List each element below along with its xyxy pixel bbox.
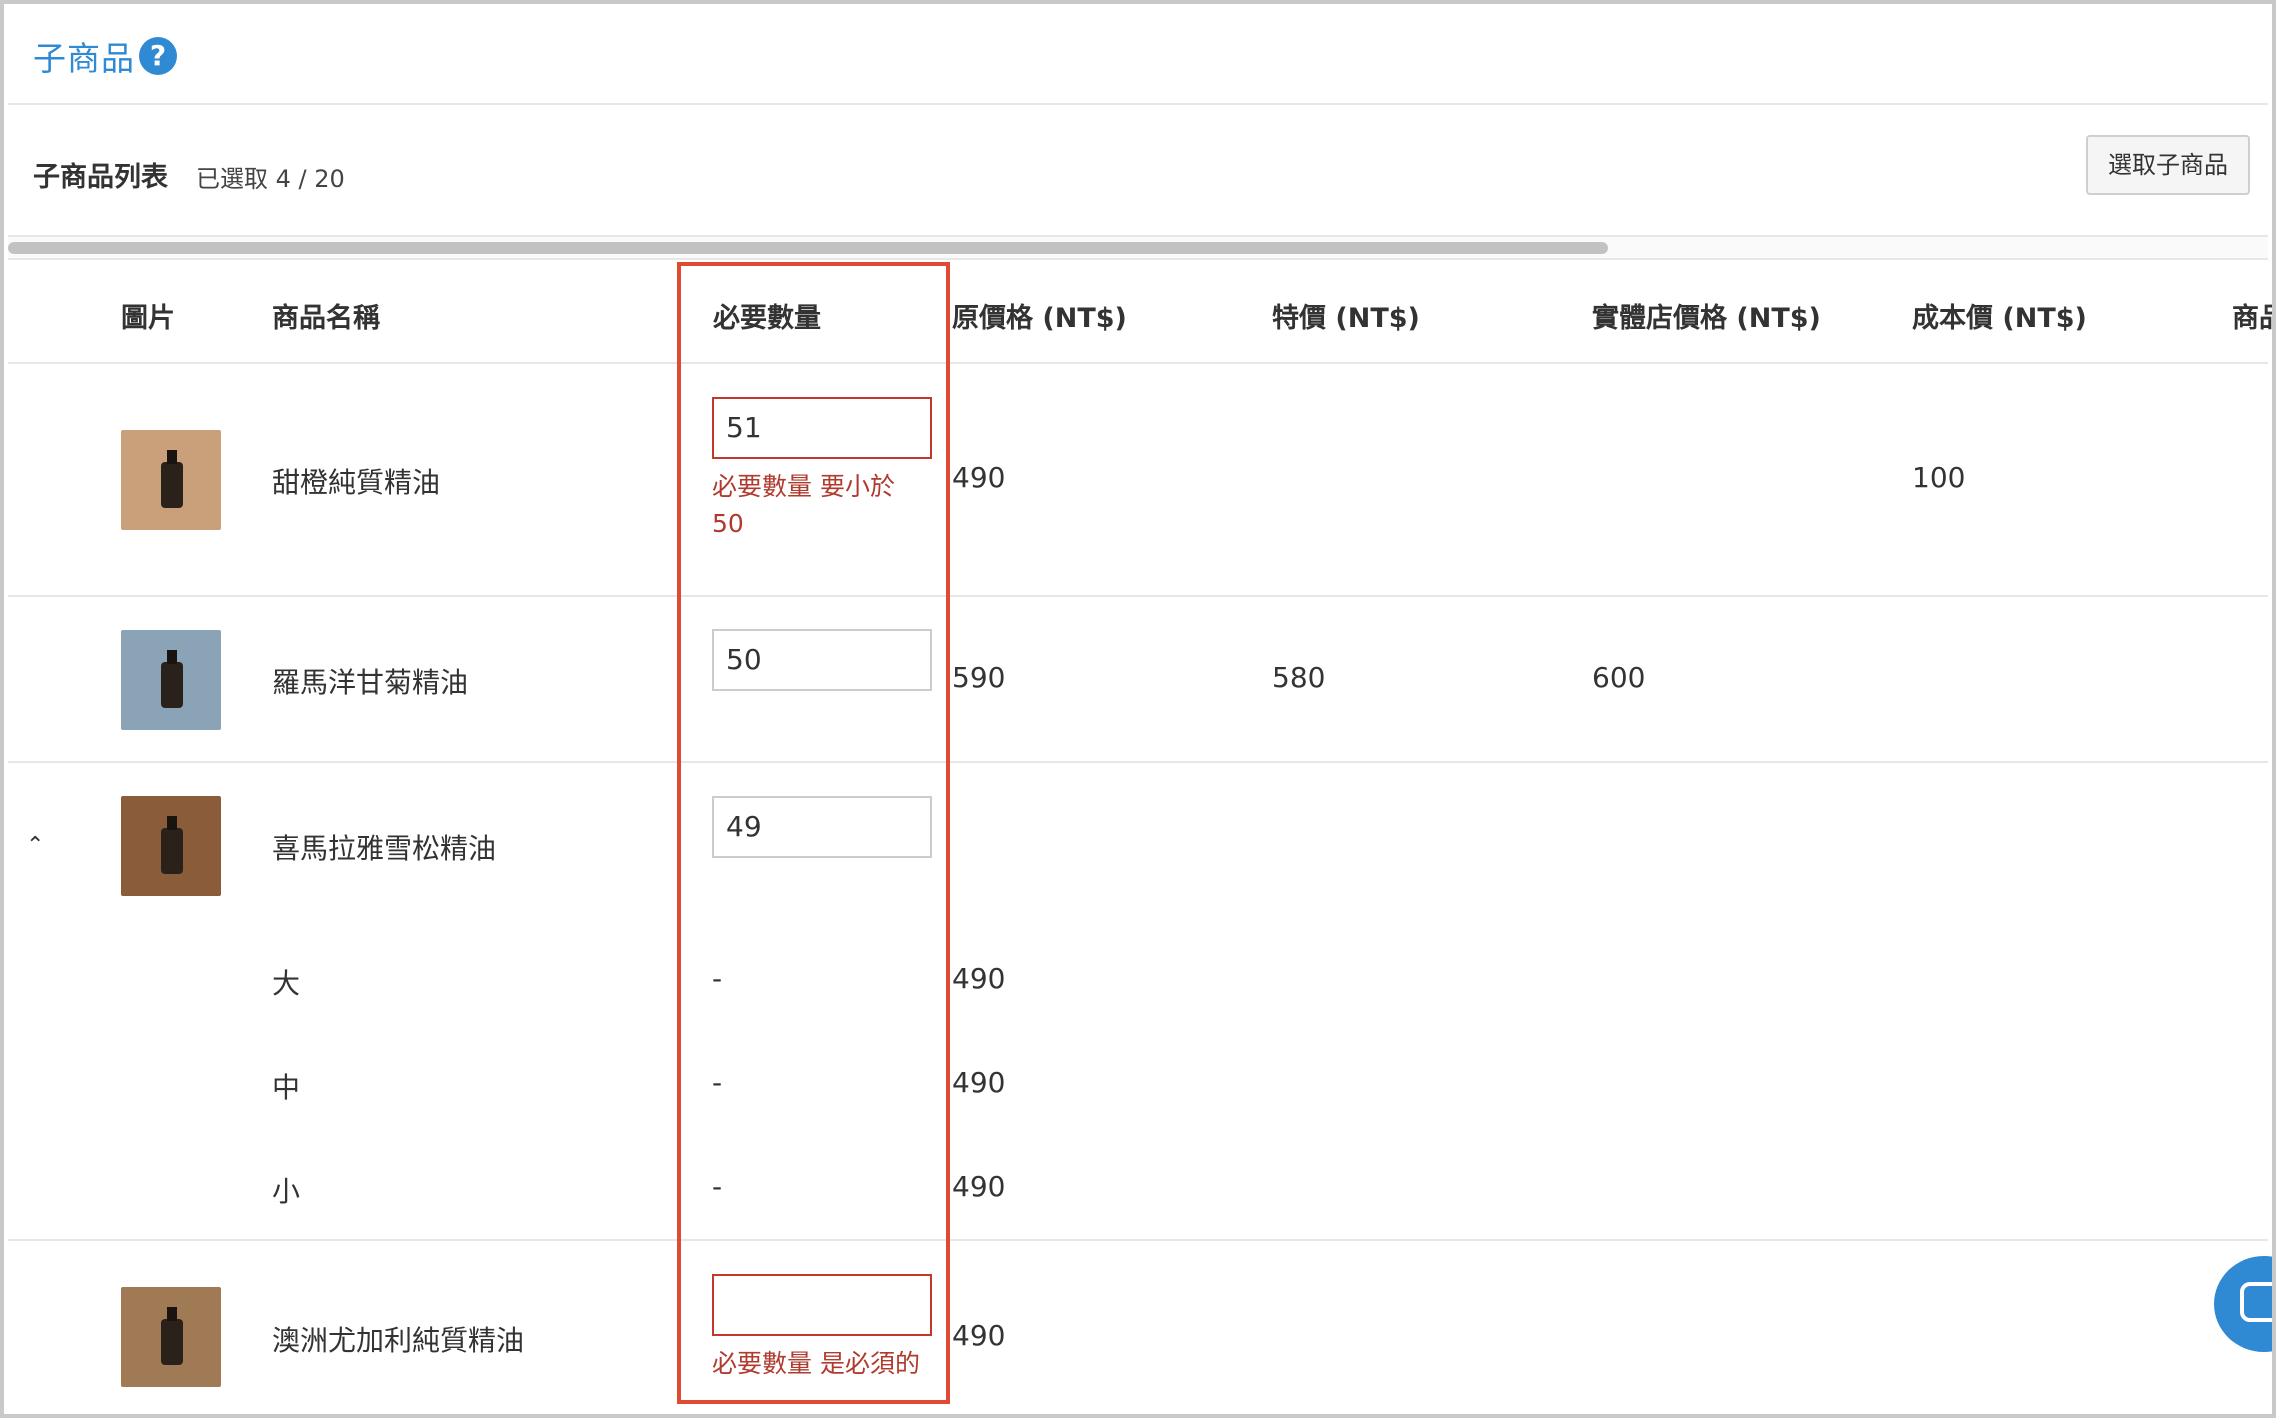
column-header-store-price: 實體店價格 (NT$) (1592, 303, 1821, 334)
table-row: ⌃ 喜馬拉雅雪松精油 49 大 - 490 中 - 490 小 - 490 (8, 763, 2268, 1241)
variant-price: 490 (952, 962, 1006, 995)
variant-qty: - (712, 1066, 723, 1099)
qty-error-message: 必要數量 要小於 50 (712, 472, 895, 538)
table-row: 澳洲尤加利純質精油 必要數量 是必須的 490 (8, 1241, 2268, 1414)
variant-name: 大 (272, 967, 301, 1000)
price-value: 490 (952, 461, 1006, 494)
product-thumbnail (121, 1287, 221, 1387)
column-header-qty: 必要數量 (713, 303, 821, 334)
price-value: 590 (952, 661, 1006, 694)
column-header-name: 商品名稱 (272, 303, 380, 334)
column-header-price: 原價格 (NT$) (952, 303, 1127, 334)
qty-input[interactable] (712, 1274, 932, 1336)
table-row: 羅馬洋甘菊精油 50 590 580 600 (8, 597, 2268, 763)
product-name: 羅馬洋甘菊精油 (272, 666, 469, 699)
product-name: 甜橙純質精油 (272, 466, 441, 499)
price-value: 490 (952, 1319, 1006, 1352)
chevron-up-icon[interactable]: ⌃ (26, 833, 44, 858)
column-header-image: 圖片 (121, 303, 175, 334)
list-title: 子商品列表 (33, 162, 168, 193)
store-price-value: 600 (1592, 661, 1646, 694)
list-toolbar: 子商品列表 已選取 4 / 20 選取子商品 (8, 105, 2268, 235)
selected-count: 已選取 4 / 20 (196, 165, 345, 193)
special-price-value: 580 (1272, 661, 1326, 694)
product-thumbnail (121, 630, 221, 730)
scrollbar-thumb[interactable] (8, 242, 1608, 254)
product-thumbnail (121, 796, 221, 896)
variant-price: 490 (952, 1066, 1006, 1099)
variant-qty: - (712, 1170, 723, 1203)
question-circle-icon[interactable]: ? (139, 37, 177, 75)
section-title: 子商品 (33, 39, 135, 78)
column-header-product: 商品 (2232, 303, 2272, 334)
column-header-cost: 成本價 (NT$) (1912, 303, 2087, 334)
table-header: 圖片 商品名稱 必要數量 原價格 (NT$) 特價 (NT$) 實體店價格 (N… (8, 260, 2272, 364)
cost-value: 100 (1912, 461, 1966, 494)
variant-name: 小 (272, 1175, 301, 1208)
horizontal-scrollbar[interactable] (8, 235, 2268, 260)
qty-error-message: 必要數量 是必須的 (712, 1349, 920, 1378)
product-name: 喜馬拉雅雪松精油 (272, 832, 497, 865)
product-thumbnail (121, 430, 221, 530)
variant-name: 中 (272, 1071, 301, 1104)
qty-input[interactable]: 49 (712, 796, 932, 858)
variant-price: 490 (952, 1170, 1006, 1203)
product-name: 澳洲尤加利純質精油 (272, 1324, 525, 1357)
qty-input[interactable]: 50 (712, 629, 932, 691)
variant-qty: - (712, 962, 723, 995)
section-header: 子商品 ? (8, 8, 2268, 105)
select-subproducts-button[interactable]: 選取子商品 (2086, 135, 2250, 195)
column-header-special: 特價 (NT$) (1272, 303, 1420, 334)
page-frame: 子商品 ? 子商品列表 已選取 4 / 20 選取子商品 圖片 商品名稱 必要數… (0, 0, 2276, 1418)
table-row: 甜橙純質精油 51 必要數量 要小於 50 490 100 (8, 364, 2268, 597)
qty-input[interactable]: 51 (712, 397, 932, 459)
